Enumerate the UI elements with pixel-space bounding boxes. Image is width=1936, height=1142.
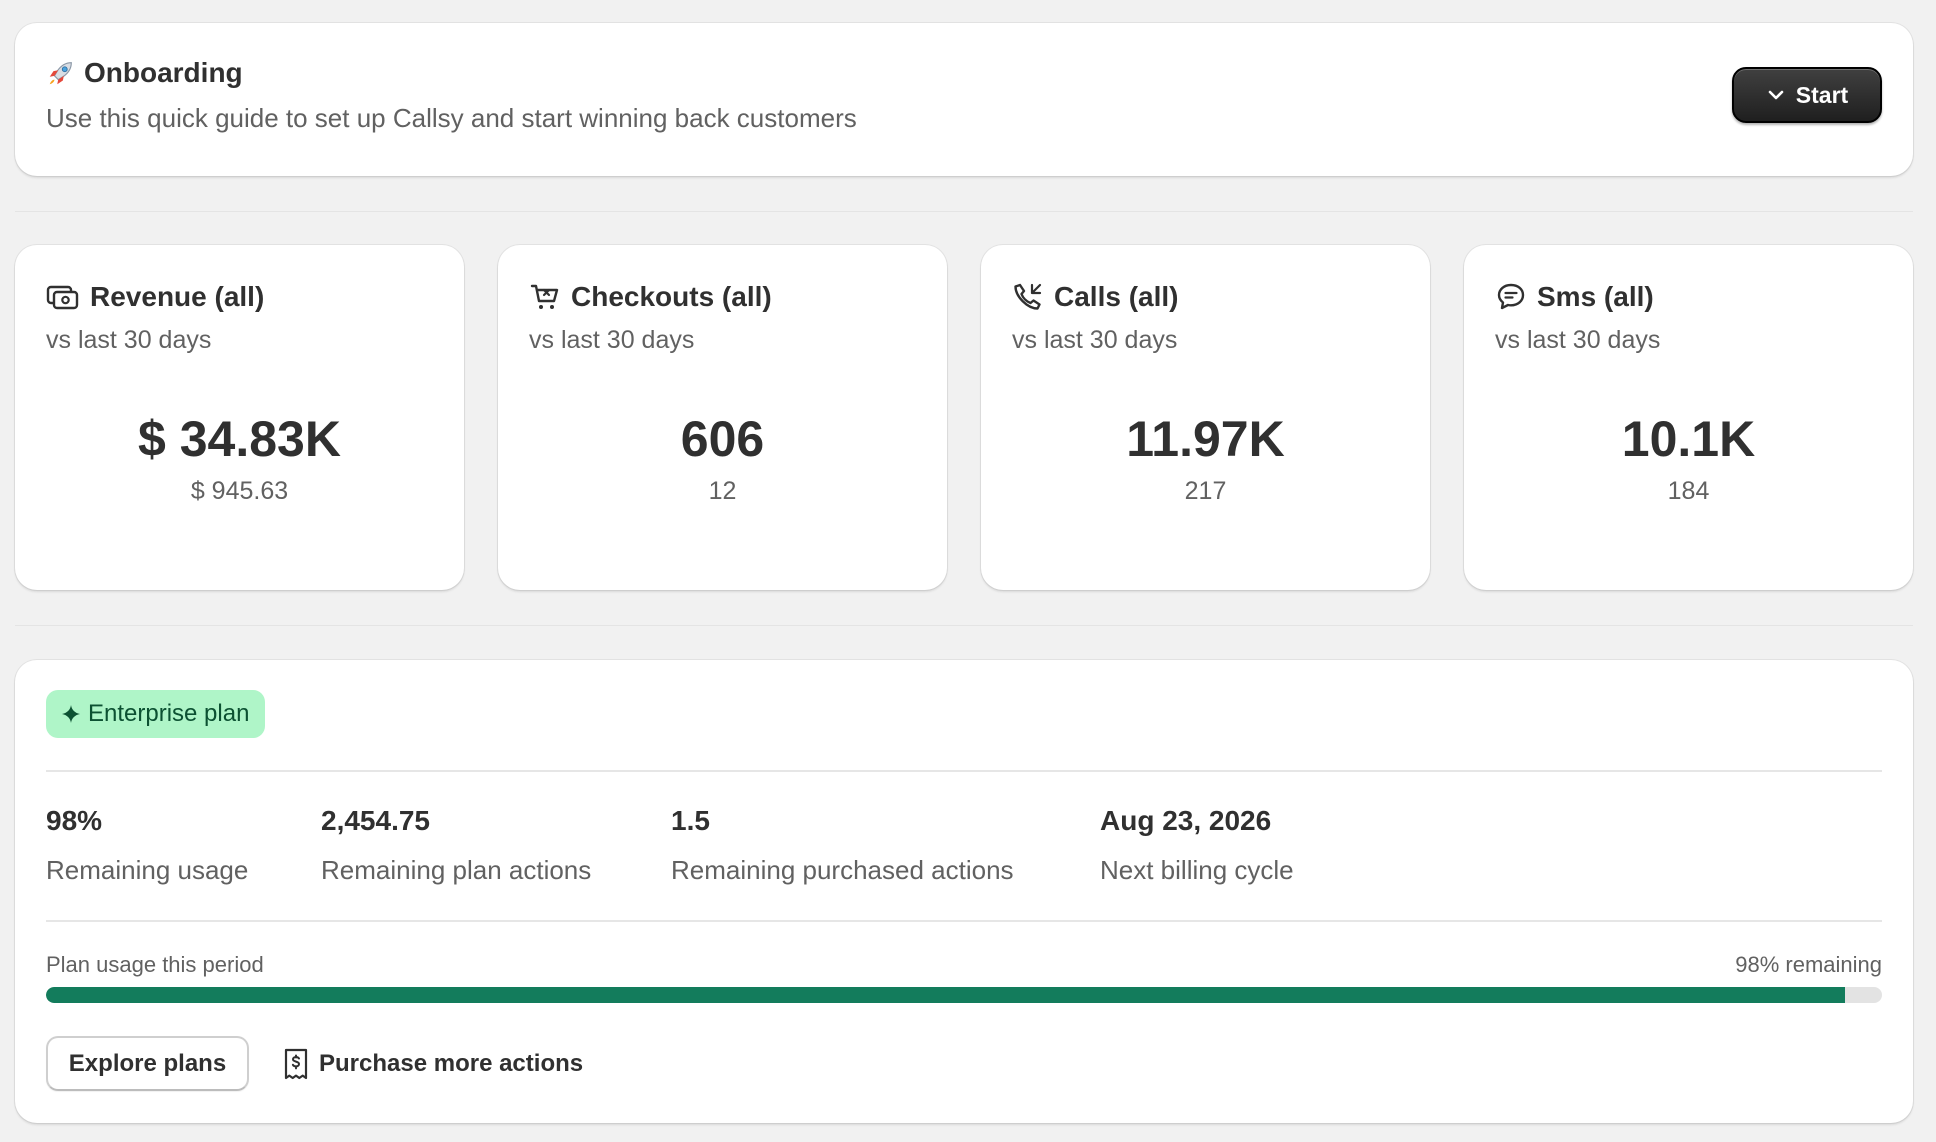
stat-label: Remaining usage (46, 855, 249, 885)
stat-value: 1.5 (671, 805, 710, 836)
section-divider (15, 625, 1913, 626)
onboarding-title: Onboarding (84, 57, 243, 88)
metric-title: Calls (all) (1054, 281, 1179, 312)
dashboard-page: Onboarding Use this quick guide to set u… (0, 0, 1936, 1142)
metric-card-checkouts: Checkouts (all) vs last 30 days 606 12 (498, 245, 947, 590)
plan-divider (46, 920, 1882, 922)
stat-value: 2,454.75 (321, 805, 430, 836)
stat-remaining-usage: 98% Remaining usage (46, 805, 248, 886)
metric-value: 10.1K (1621, 411, 1756, 467)
metric-value: 606 (680, 411, 765, 467)
metric-previous-value: 12 (708, 477, 737, 505)
start-button[interactable]: Start (1732, 67, 1882, 123)
usage-remaining-text: 98% remaining (1735, 952, 1882, 977)
sparkle-icon (62, 705, 80, 723)
receipt-dollar-icon (283, 1048, 309, 1080)
metric-heading: Calls (all) (1012, 281, 1178, 313)
onboarding-heading: Onboarding (46, 57, 243, 89)
chevron-down-icon (1766, 85, 1786, 105)
stat-value: Aug 23, 2026 (1100, 805, 1272, 836)
section-divider (15, 211, 1913, 212)
purchase-more-actions-label: Purchase more actions (319, 1050, 584, 1077)
rocket-icon (46, 58, 76, 88)
onboarding-subtitle: Use this quick guide to set up Callsy an… (46, 103, 857, 133)
phone-icon (1012, 281, 1044, 313)
metric-subtitle: vs last 30 days (1495, 326, 1661, 354)
metric-title: Revenue (all) (90, 281, 265, 312)
metric-subtitle: vs last 30 days (529, 326, 695, 354)
stat-value: 98% (46, 805, 103, 836)
metric-subtitle: vs last 30 days (46, 326, 212, 354)
stat-remaining-purchased-actions: 1.5 Remaining purchased actions (671, 805, 1014, 886)
plan-badge-label: Enterprise plan (88, 700, 250, 727)
onboarding-card: Onboarding Use this quick guide to set u… (15, 23, 1913, 176)
stat-label: Remaining purchased actions (671, 855, 1014, 885)
explore-plans-button[interactable]: Explore plans (46, 1036, 249, 1091)
metric-value: $ 34.83K (138, 411, 341, 467)
metric-card-calls: Calls (all) vs last 30 days 11.97K 217 (981, 245, 1430, 590)
metric-title: Checkouts (all) (571, 281, 772, 312)
plan-divider (46, 770, 1882, 772)
stat-label: Remaining plan actions (321, 855, 592, 885)
cart-icon (529, 281, 561, 313)
plan-badge: Enterprise plan (46, 690, 266, 738)
stat-remaining-plan-actions: 2,454.75 Remaining plan actions (321, 805, 591, 886)
metric-value: 11.97K (1126, 411, 1285, 467)
stat-label: Next billing cycle (1100, 855, 1294, 885)
plan-card: Enterprise plan 98% Remaining usage 2,45… (15, 660, 1913, 1123)
metric-title: Sms (all) (1537, 281, 1654, 312)
metric-heading: Checkouts (all) (529, 281, 772, 313)
usage-progress-bar (46, 987, 1882, 1003)
metric-previous-value: 184 (1667, 477, 1710, 505)
purchase-more-actions-button[interactable]: Purchase more actions (283, 1042, 583, 1086)
metric-heading: Sms (all) (1495, 281, 1654, 313)
metric-card-sms: Sms (all) vs last 30 days 10.1K 184 (1464, 245, 1913, 590)
metric-previous-value: $ 945.63 (190, 477, 289, 505)
metric-subtitle: vs last 30 days (1012, 326, 1178, 354)
start-button-label: Start (1795, 81, 1849, 108)
chat-icon (1495, 281, 1527, 313)
metric-card-revenue: Revenue (all) vs last 30 days $ 34.83K $… (15, 245, 464, 590)
metric-previous-value: 217 (1184, 477, 1227, 505)
usage-label: Plan usage this period (46, 952, 264, 977)
cash-icon (46, 282, 80, 312)
usage-progress-fill (46, 987, 1846, 1003)
stat-next-billing-cycle: Aug 23, 2026 Next billing cycle (1100, 805, 1294, 886)
metric-heading: Revenue (all) (46, 281, 264, 313)
